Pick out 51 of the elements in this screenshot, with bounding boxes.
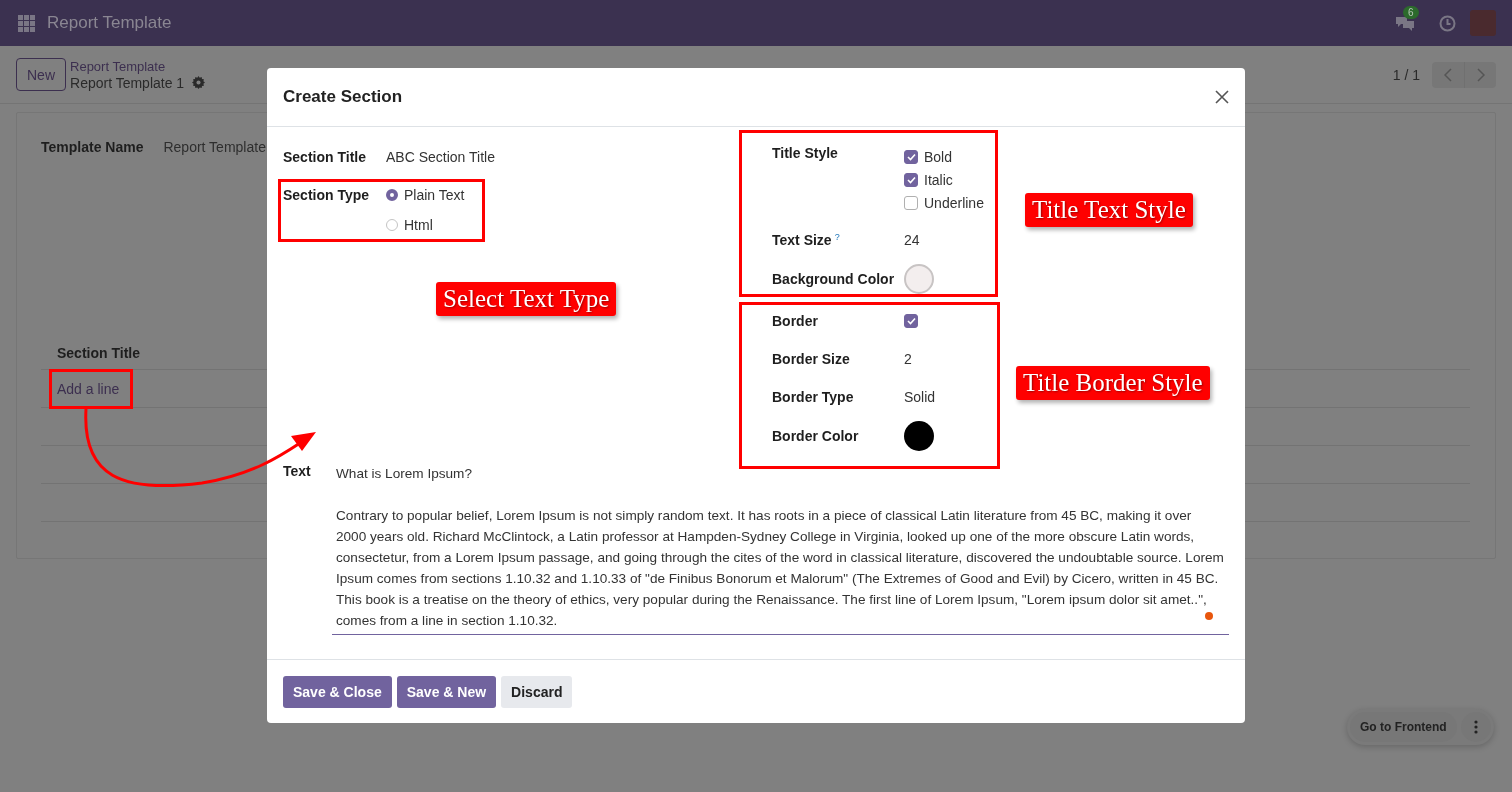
field-label: Text — [283, 463, 312, 481]
checkbox[interactable] — [904, 195, 918, 210]
field-label: Border Size — [772, 351, 851, 367]
dialog-button[interactable]: Save & Close — [283, 675, 392, 708]
checkbox[interactable] — [904, 172, 918, 187]
chat-icon[interactable] — [1395, 15, 1415, 31]
annotation-callout: Select Text Type — [436, 282, 617, 316]
field-label: Title Style — [772, 145, 839, 161]
field-label: Border — [772, 313, 819, 329]
app-grid-icon[interactable] — [18, 14, 35, 32]
clock-icon[interactable] — [1439, 14, 1456, 32]
checkbox-option[interactable]: Underline — [904, 191, 984, 214]
section-title-input[interactable]: ABC Section Title — [386, 149, 495, 165]
radio-option[interactable]: Plain Text — [386, 187, 465, 203]
field-label: Border Color — [772, 427, 860, 444]
field-label: Section Title — [283, 149, 367, 165]
record-title: Report Template 1 — [70, 74, 185, 91]
dialog-button[interactable]: Discard — [501, 675, 573, 708]
dialog-button[interactable]: Save & New — [396, 675, 497, 708]
pager-counter: 1 / 1 — [1392, 66, 1420, 83]
app-title: Report Template — [47, 13, 172, 33]
vertical-dots-icon — [1473, 720, 1478, 734]
radio-option[interactable]: Html — [386, 217, 465, 233]
color-swatch[interactable] — [904, 263, 934, 294]
field-value: Report Template — [163, 139, 266, 155]
radio-button[interactable] — [386, 189, 398, 201]
chevron-left-icon — [1444, 67, 1452, 82]
checkbox[interactable] — [904, 314, 918, 328]
annotation-callout: Title Border Style — [1016, 366, 1210, 400]
text-editor-field[interactable]: What is Lorem Ipsum? Contrary to popular belief, Lorem Ipsum is not simply random text. It has roots in a piece of classical Latin literature from 45 BC, making it over 2000 years old. Richard McClintock, a Latin professor at Hampden-Sydney College in Virginia, looked up one of the more obscure Latin words, consectetur, from a Lorem Ipsum passage, and going through the cites of the word in classical literature, discovered the undoubtable source. Lorem Ipsum comes from sections 1.10.32 and 1.10.33 of "de Finibus Bonorum et Malorum" (The Extremes of Good and Evil) by Cicero, written in 45 BC. This book is a treatise on the theory of ethics, very popular during the Renaissance. The first line of Lorem Ipsum, "Lorem ipsum dolor sit amet..", comes from a line in section 1.10.32. — [332, 463, 1229, 635]
field-label: Section Type — [283, 187, 371, 203]
column-header: Section Title — [57, 345, 140, 361]
color-swatch[interactable] — [904, 420, 934, 451]
gear-icon[interactable] — [192, 76, 206, 89]
annotation-callout: Title Text Style — [1025, 193, 1193, 227]
close-icon[interactable] — [1215, 90, 1229, 104]
field-label: Background Color — [772, 270, 896, 287]
checkbox[interactable] — [904, 149, 918, 164]
border-type-select[interactable]: Solid — [904, 389, 936, 405]
dialog-title: Create Section — [283, 87, 403, 107]
chevron-right-icon — [1476, 67, 1485, 82]
text-size-input[interactable]: 24 — [904, 231, 920, 248]
checkbox-option[interactable]: Bold — [904, 145, 984, 168]
message-count-badge: 6 — [1403, 6, 1419, 19]
field-label: Template Name — [41, 139, 144, 155]
border-size-input[interactable]: 2 — [904, 351, 912, 367]
field-label: Border Type — [772, 389, 855, 405]
checkbox-option[interactable]: Italic — [904, 168, 984, 191]
status-dot-icon — [1205, 612, 1213, 620]
help-tooltip-link[interactable]: ? — [834, 231, 840, 242]
field-label: Text Size — [772, 231, 832, 248]
